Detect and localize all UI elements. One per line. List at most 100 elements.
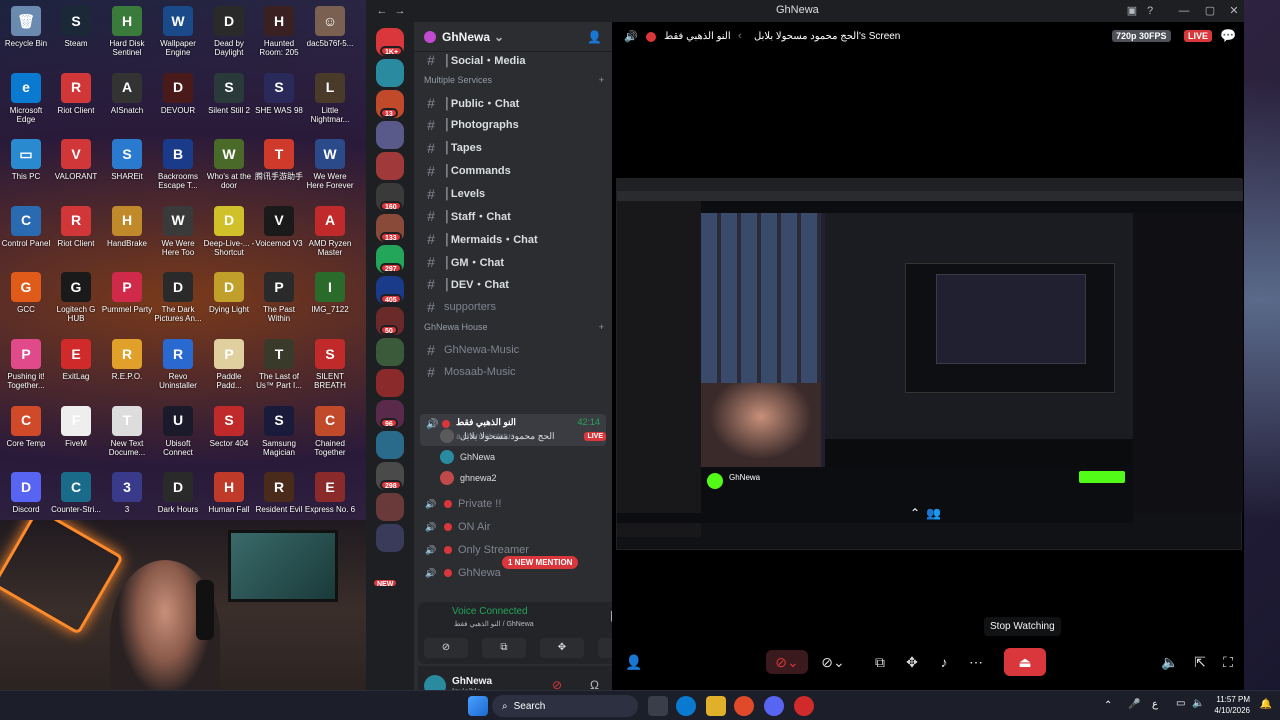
- server-icon[interactable]: [376, 431, 404, 459]
- back-arrow-icon[interactable]: ←: [374, 3, 390, 19]
- add-channel-icon[interactable]: +: [599, 322, 604, 332]
- pop-out-icon[interactable]: ⇱: [1186, 650, 1214, 674]
- desktop-icon[interactable]: 🗑 Recycle Bin: [0, 6, 52, 70]
- text-channel[interactable]: # │Mermaids・Chat: [422, 229, 606, 249]
- inbox-icon[interactable]: ▣: [1124, 3, 1140, 19]
- more-options-icon[interactable]: ⋯: [962, 650, 990, 674]
- desktop-icon[interactable]: T New Text Docume...: [101, 405, 153, 470]
- desktop-icon[interactable]: R Riot Client: [50, 72, 102, 137]
- text-channel[interactable]: # │Commands: [422, 161, 606, 181]
- help-icon[interactable]: ?: [1142, 3, 1158, 19]
- desktop-icon[interactable]: W Who's at the door: [203, 139, 255, 203]
- desktop-icon[interactable]: S Steam: [50, 6, 102, 70]
- desktop-icon[interactable]: R Revo Uninstaller: [152, 339, 204, 403]
- desktop-icon[interactable]: T 腾讯手游助手: [253, 139, 305, 203]
- edge-icon[interactable]: [676, 696, 696, 716]
- voice-connected-detail[interactable]: النو الذهبي فقط / GhNewa: [454, 620, 534, 628]
- desktop-icon[interactable]: H Haunted Room: 205: [253, 6, 305, 70]
- desktop-icon[interactable]: V Voicemod V3: [253, 205, 305, 270]
- clock[interactable]: 11:57 PM 4/10/2026: [1214, 694, 1250, 716]
- fullscreen-icon[interactable]: ⛶: [1214, 650, 1242, 674]
- soundboard-icon[interactable]: ♪: [930, 650, 958, 674]
- desktop-icon[interactable]: V VALORANT: [50, 139, 102, 203]
- minimize-icon[interactable]: —: [1176, 3, 1192, 19]
- desktop-icon[interactable]: S SHE WAS 98: [253, 72, 305, 137]
- desktop-icon[interactable]: D Deep-Live-... - Shortcut: [203, 205, 255, 270]
- forward-arrow-icon[interactable]: →: [392, 3, 408, 19]
- chevron-up-icon[interactable]: ⌃: [910, 506, 920, 520]
- notification-icon[interactable]: 🔔: [1260, 699, 1272, 710]
- language-indicator[interactable]: ع: [1152, 699, 1158, 710]
- taskbar-search[interactable]: ⌕ Search: [492, 695, 638, 717]
- desktop-icon[interactable]: U Ubisoft Connect: [152, 405, 204, 470]
- text-channel[interactable]: # │Levels: [422, 184, 606, 204]
- mic-icon[interactable]: 🎤: [1128, 699, 1140, 710]
- guild-header[interactable]: GhNewa ⌄ 👤: [414, 22, 612, 52]
- desktop-icon[interactable]: H HandBrake: [101, 205, 153, 270]
- desktop-icon[interactable]: W We Were Here Too: [152, 205, 204, 270]
- text-channel[interactable]: # │DEV・Chat: [422, 274, 606, 294]
- voice-channel[interactable]: 🔊 Private !!: [422, 494, 606, 514]
- camera-off-button[interactable]: ⊘: [424, 638, 468, 658]
- text-channel[interactable]: # │GM・Chat: [422, 252, 606, 272]
- desktop-icon[interactable]: T The Last of Us™ Part I...: [253, 339, 305, 403]
- server-icon[interactable]: [376, 121, 404, 149]
- voice-channel[interactable]: 🔊 ON Air: [422, 517, 606, 537]
- desktop-icon[interactable]: S Samsung Magician: [253, 405, 305, 470]
- chat-bubble-icon[interactable]: 💬: [1220, 28, 1236, 44]
- desktop-icon[interactable]: P Pummel Party: [101, 272, 153, 336]
- windows-start-icon[interactable]: [468, 696, 488, 716]
- add-user-icon[interactable]: 👤: [620, 650, 648, 674]
- desktop-icon[interactable]: A AMD Ryzen Master: [304, 205, 356, 270]
- desktop-icon[interactable]: C Core Temp: [0, 405, 52, 470]
- desktop-icon[interactable]: ☺ dac5b76f-5...: [304, 6, 356, 70]
- maximize-icon[interactable]: ▢: [1202, 3, 1218, 19]
- desktop-icon[interactable]: S SILENT BREATH: [304, 339, 356, 403]
- server-icon[interactable]: [376, 59, 404, 87]
- desktop-icon[interactable]: D DEVOUR: [152, 72, 204, 137]
- server-icon[interactable]: [376, 369, 404, 397]
- desktop-icon[interactable]: R R.E.P.O.: [101, 339, 153, 403]
- desktop-icon[interactable]: ▭ This PC: [0, 139, 52, 203]
- desktop-icon[interactable]: I IMG_7122: [304, 272, 356, 336]
- text-channel[interactable]: # │Tapes: [422, 138, 606, 158]
- chrome-icon[interactable]: [734, 696, 754, 716]
- volume-icon[interactable]: 🔈: [1156, 650, 1184, 674]
- desktop-icon[interactable]: C Chained Together: [304, 405, 356, 470]
- screen-share-button[interactable]: ⧉: [482, 638, 526, 658]
- desktop-icon[interactable]: D The Dark Pictures An...: [152, 272, 204, 336]
- camera-button[interactable]: ⊘⌄: [812, 650, 854, 674]
- desktop-icon[interactable]: S Sector 404: [203, 405, 255, 470]
- desktop-icon[interactable]: P Pushing it! Together...: [0, 339, 52, 403]
- members-icon[interactable]: 👥: [926, 506, 941, 520]
- voice-user[interactable]: الحج محمود مسحولا بلابل LIVE: [440, 426, 606, 446]
- desktop-icon[interactable]: W We Were Here Forever: [304, 139, 356, 203]
- desktop-icon[interactable]: D Dying Light: [203, 272, 255, 336]
- volume-icon[interactable]: 🔈: [1192, 698, 1204, 709]
- desktop-icon[interactable]: R Riot Client: [50, 205, 102, 270]
- text-channel[interactable]: # supporters: [422, 297, 606, 317]
- desktop-icon[interactable]: B Backrooms Escape T...: [152, 139, 204, 203]
- activities-button[interactable]: ✥: [540, 638, 584, 658]
- screen-share-icon[interactable]: ⧉: [866, 650, 894, 674]
- add-channel-icon[interactable]: +: [599, 75, 604, 85]
- desktop-icon[interactable]: E ExitLag: [50, 339, 102, 403]
- desktop-icon[interactable]: F FiveM: [50, 405, 102, 470]
- stop-watching-button[interactable]: ⏏: [1004, 648, 1046, 676]
- desktop-icon[interactable]: A AISnatch: [101, 72, 153, 137]
- activities-icon[interactable]: ✥: [898, 650, 926, 674]
- voice-user[interactable]: ghnewa2: [440, 468, 606, 488]
- task-view-icon[interactable]: [648, 696, 668, 716]
- text-channel[interactable]: # │Staff・Chat: [422, 206, 606, 226]
- text-channel[interactable]: # Mosaab-Music: [422, 362, 606, 382]
- text-channel[interactable]: # │Public・Chat: [422, 93, 606, 113]
- server-icon[interactable]: [376, 524, 404, 552]
- channel-category[interactable]: Multiple Services +: [424, 75, 604, 85]
- channel-category[interactable]: GhNewa House +: [424, 322, 604, 332]
- desktop-icon[interactable]: S SHAREit: [101, 139, 153, 203]
- discord-icon[interactable]: [764, 696, 784, 716]
- desktop-icon[interactable]: H Hard Disk Sentinel: [101, 6, 153, 70]
- mute-mic-button[interactable]: ⊘⌄: [766, 650, 808, 674]
- add-member-icon[interactable]: 👤: [587, 30, 602, 44]
- app-icon[interactable]: [794, 696, 814, 716]
